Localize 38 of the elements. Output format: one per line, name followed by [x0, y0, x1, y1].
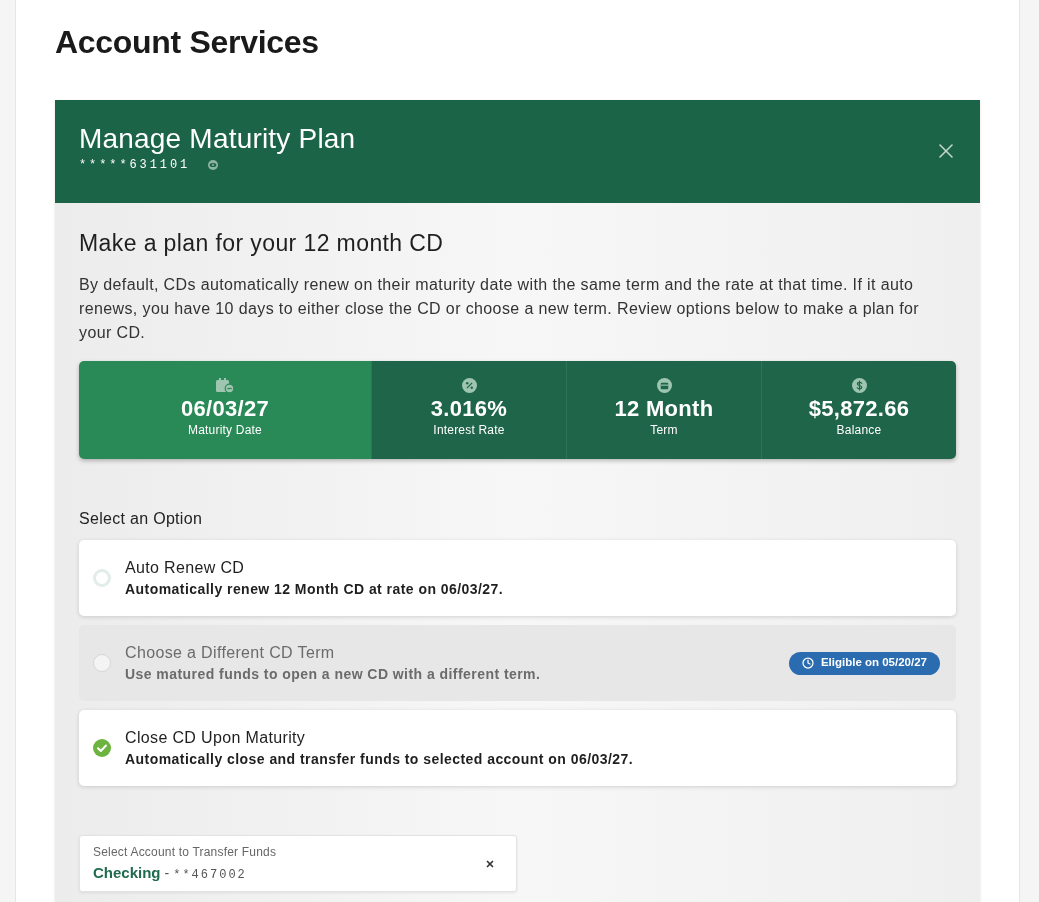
close-icon: [485, 858, 495, 869]
clear-button[interactable]: [485, 858, 495, 869]
option-title: Choose a Different CD Term: [125, 643, 335, 663]
account-number: *****631101: [79, 157, 191, 174]
separator-text: -: [164, 863, 170, 883]
summary-label: Interest Rate: [433, 422, 505, 438]
summary-label: Term: [650, 422, 678, 438]
clock-icon: [801, 657, 814, 669]
summary-value: 3.016%: [430, 395, 508, 422]
summary-label: Maturity Date: [188, 422, 262, 438]
account-number-text: **467002: [173, 866, 247, 884]
summary-value: $5,872.66: [808, 395, 910, 422]
field-label: Select Account to Transfer Funds: [93, 843, 277, 860]
badge-text: Eligible on 05/20/27: [820, 655, 927, 671]
page-title: Account Services: [55, 23, 319, 62]
dollar-icon: [851, 377, 867, 393]
plan-heading: Make a plan for your 12 month CD: [79, 229, 444, 258]
option-card[interactable]: Close CD Upon Maturity Automatically close and transfer funds to selected account on 06/03/27.: [79, 710, 956, 786]
option-description: Automatically renew 12 Month CD at rate on 06/03/27.: [125, 580, 504, 599]
checked-radio-icon[interactable]: [93, 739, 111, 757]
summary-value: 06/03/27: [180, 395, 269, 422]
option-description: Automatically close and transfer funds to selected account on 06/03/27.: [125, 750, 634, 769]
modal-title: Manage Maturity Plan: [79, 122, 356, 156]
calendar-icon: [656, 377, 672, 393]
option-description: Use matured funds to open a new CD with a different term.: [125, 665, 541, 684]
account-select-field[interactable]: Select Account to Transfer Funds Checking - **467002: [79, 835, 517, 892]
summary-value: 12 Month: [614, 395, 714, 422]
eye-icon[interactable]: [208, 160, 219, 170]
plan-description: By default, CDs automatically renew on their maturity date with the same term and the rate at that time. If it auto renews, you have 10 days to either close the CD or choose a new term. Review options below to make a plan for your CD.: [79, 275, 921, 343]
summary-label: Balance: [836, 422, 882, 438]
account-name: Checking: [93, 862, 161, 883]
option-title: Auto Renew CD: [125, 558, 245, 578]
radio-button[interactable]: [93, 569, 111, 587]
options-label: Select an Option: [79, 509, 203, 529]
calendar-icon: [216, 377, 234, 393]
percent-icon: [461, 377, 477, 393]
option-title: Close CD Upon Maturity: [125, 728, 306, 748]
option-card[interactable]: Auto Renew CD Automatically renew 12 Month CD at rate on 06/03/27.: [79, 540, 956, 616]
